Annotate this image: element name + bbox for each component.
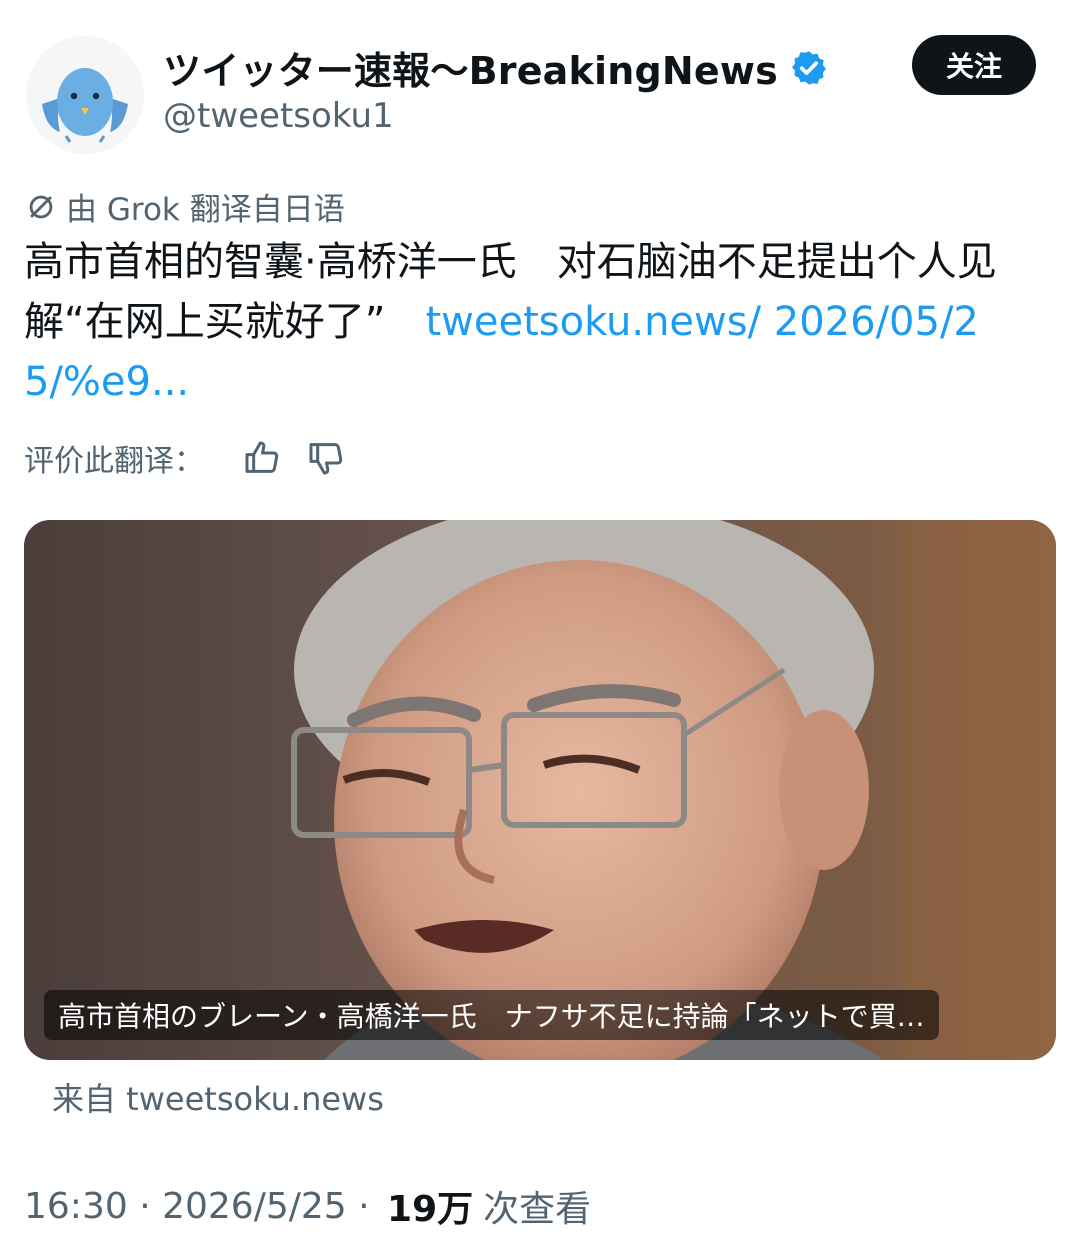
translation-notice-label: 由 Grok 翻译自日语 xyxy=(66,192,345,228)
link-card[interactable]: 高市首相のブレーン・高橋洋一氏 ナフサ不足に持論「ネットで買… xyxy=(24,520,1056,1060)
rate-translation-row: 评价此翻译： xyxy=(24,436,346,480)
display-name[interactable]: ツイッター速報〜BreakingNews xyxy=(163,40,778,95)
account-handle[interactable]: @tweetsoku1 xyxy=(163,96,394,136)
thumbs-down-icon[interactable] xyxy=(306,438,346,478)
translation-notice[interactable]: 由 Grok 翻译自日语 xyxy=(24,184,345,229)
card-title: 高市首相のブレーン・高橋洋一氏 ナフサ不足に持論「ネットで買… xyxy=(44,990,939,1040)
verified-badge-icon xyxy=(792,50,826,85)
thumbs-up-icon[interactable] xyxy=(242,438,282,478)
card-source[interactable]: 来自 tweetsoku.news xyxy=(52,1074,384,1120)
meta-separator: · xyxy=(346,1185,382,1227)
follow-button[interactable]: 关注 xyxy=(912,35,1036,95)
meta-separator: · xyxy=(127,1185,163,1227)
tweet-meta: 16:30 · 2026/5/25 · 19万 次查看 xyxy=(24,1180,591,1232)
views-label: 次查看 xyxy=(483,1189,592,1230)
tweet-text: 高市首相的智囊·高桥洋一氏 对石脑油不足提出个人见解“在网上买就好了” twee… xyxy=(24,232,1054,412)
views-count[interactable]: 19万 xyxy=(387,1180,473,1232)
article-photo xyxy=(24,520,1056,1060)
translate-icon xyxy=(29,195,53,218)
avatar-bird-icon xyxy=(26,36,144,154)
avatar[interactable] xyxy=(26,36,144,154)
tweet-view: ツイッター速報〜BreakingNews @tweetsoku1 关注 由 Gr… xyxy=(0,0,1080,1253)
rate-translation-label: 评价此翻译： xyxy=(24,444,204,479)
account-name-row: ツイッター速報〜BreakingNews xyxy=(163,40,828,95)
tweet-date[interactable]: 2026/5/25 xyxy=(162,1186,347,1227)
tweet-time[interactable]: 16:30 xyxy=(24,1186,128,1227)
